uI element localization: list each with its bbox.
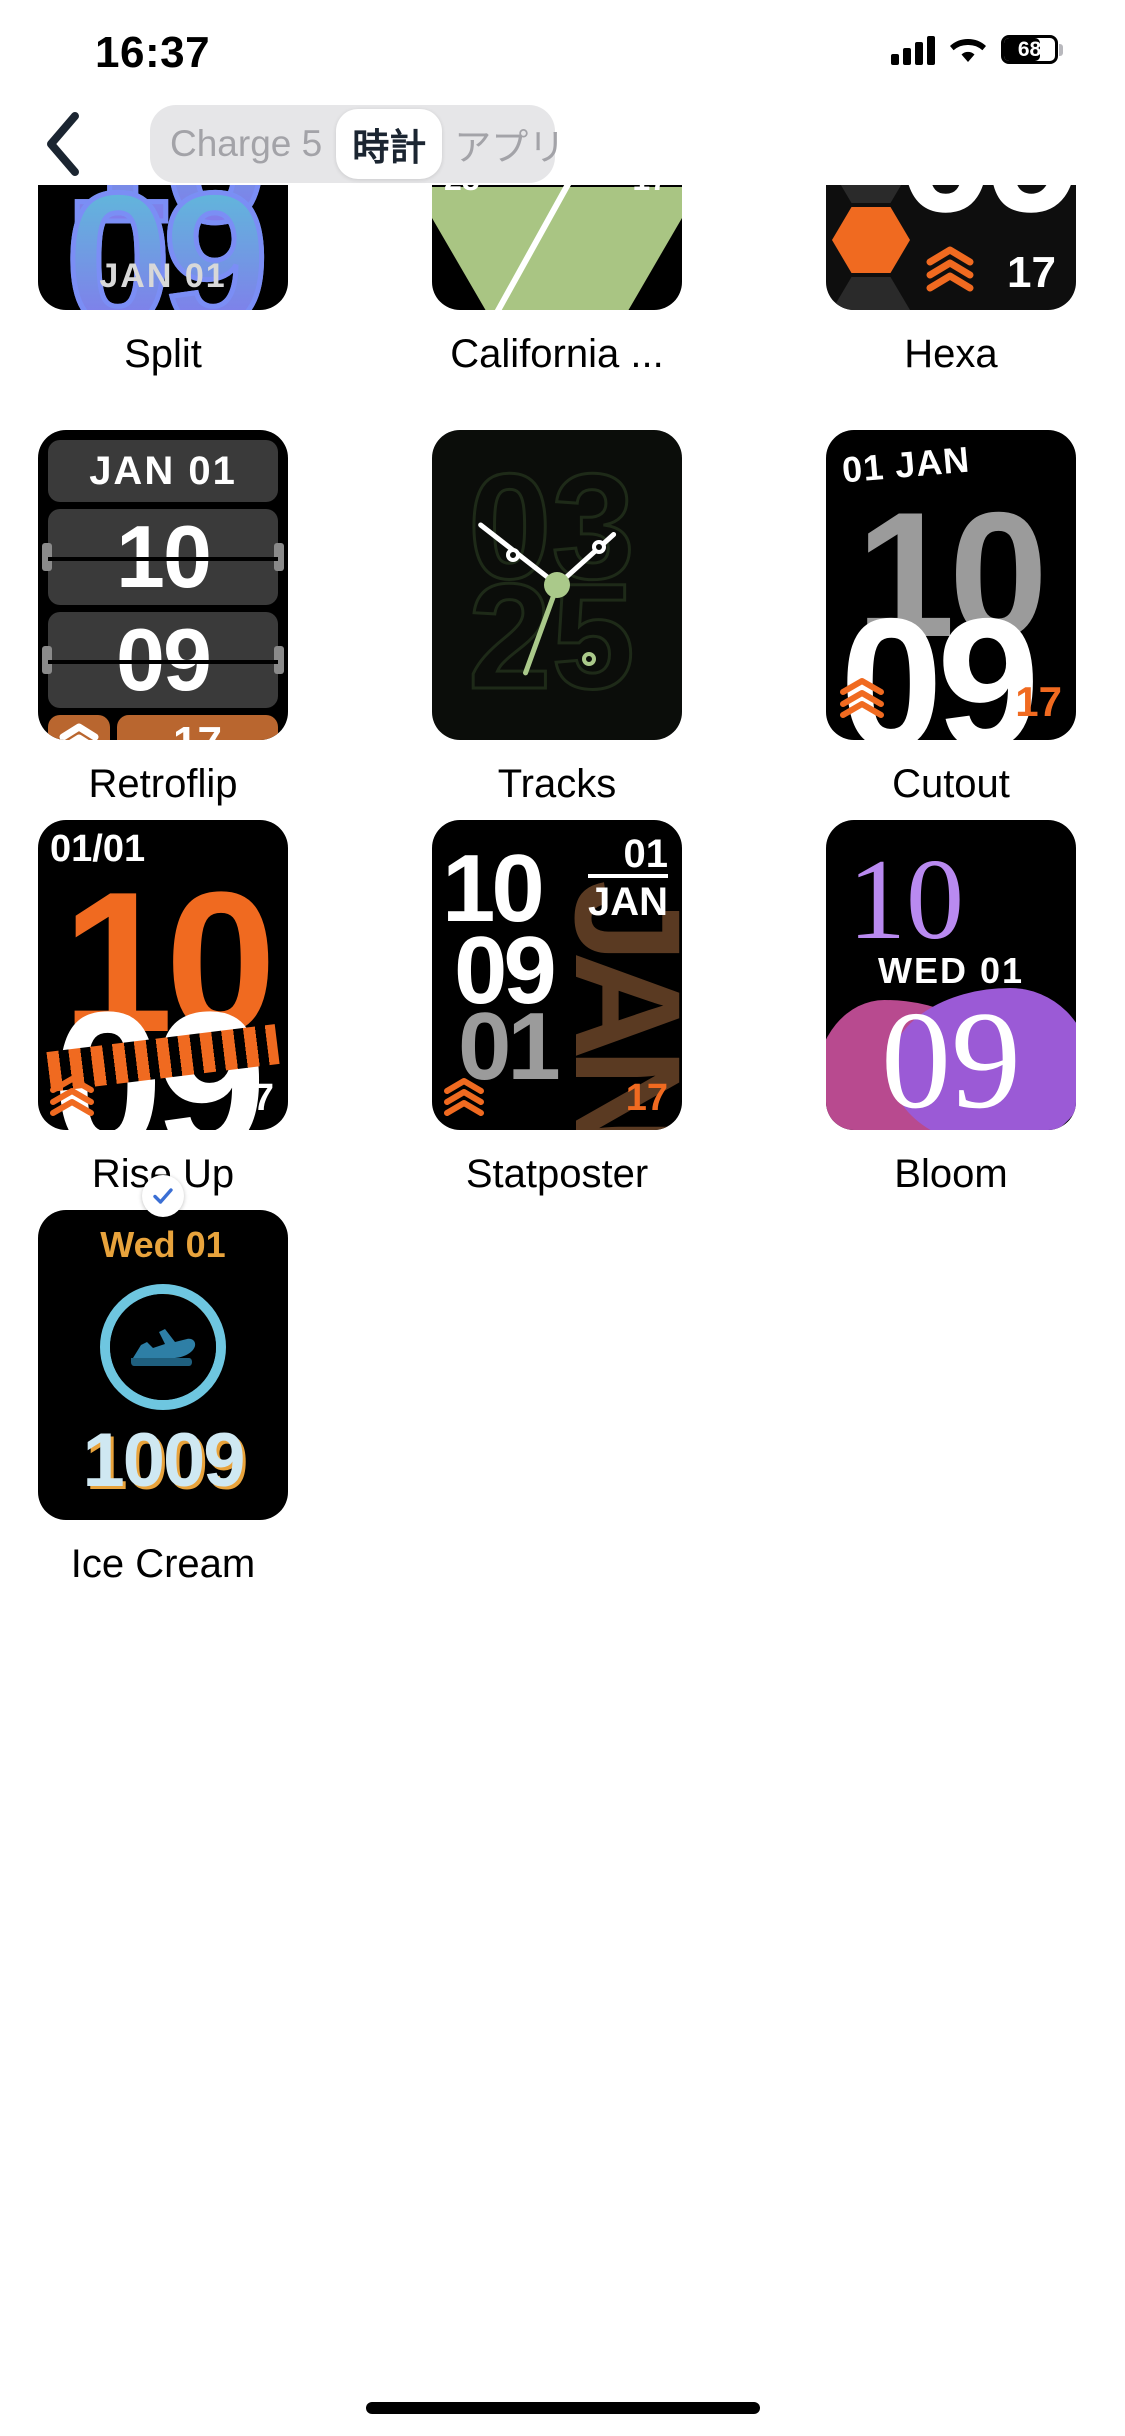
clockface-preview-ice-cream: Wed 01 1009 [38,1210,288,1520]
clockface-preview-rise-up: 01/01 10 09 17 [38,820,288,1130]
statposter-date-month: JAN [587,874,668,925]
shoe-icon [126,1314,200,1380]
clockface-label: Statposter [465,1152,649,1196]
battery-icon: 68 [1001,35,1063,65]
cutout-stat: 17 [1015,678,1062,725]
retroflip-hour: 10 [116,507,212,606]
clockface-label: Hexa [904,332,998,376]
hexa-stat: 17 [1007,248,1056,297]
clockface-label: Split [124,332,202,376]
clockface-tile-bloom[interactable]: 10 WED 01 09 Bloom [826,820,1076,1197]
cellular-bars-icon [891,35,935,65]
clockface-preview-statposter: JAN 10 09 01 01 JAN 17 [432,820,682,1130]
tracks-center-hub [544,572,570,598]
clockface-label: Ice Cream [70,1542,256,1586]
california-num-right: 17 [632,185,668,198]
clockface-tile-cutout[interactable]: 01 JAN 10 09 17 Cutout [826,430,1076,807]
battery-percent: 68 [1017,38,1042,61]
clockface-grid: 10 09 JAN 01 Split 28 17 California ... … [0,185,1125,2365]
retroflip-minute: 09 [116,610,212,709]
tab-charge-5[interactable]: Charge 5 [154,109,336,179]
wifi-icon [949,35,987,65]
clockface-preview-split: 10 09 JAN 01 [38,185,288,310]
clockface-label: Tracks [497,762,617,806]
clockface-label: Bloom [894,1152,1008,1196]
clockface-tile-ice-cream[interactable]: Wed 01 1009 Ice Cream [38,1210,288,1587]
tracks-ghost-bottom: 25 [467,551,637,722]
tracks-hand-dot [506,548,520,562]
clockface-tile-statposter[interactable]: JAN 10 09 01 01 JAN 17 Statposter [432,820,682,1197]
tab-apps[interactable]: アプリ [442,109,579,179]
steps-chevrons-icon [442,1077,486,1122]
clockface-preview-bloom: 10 WED 01 09 [826,820,1076,1130]
retroflip-hour-card: 10 [42,507,284,606]
retroflip-date: JAN 01 [48,440,278,502]
riseup-stat: 17 [231,1077,274,1119]
tab-clocks[interactable]: 時計 [336,109,443,179]
clockface-preview-tracks: 03 25 [432,430,682,740]
tracks-hand-dot [582,652,596,666]
steps-chevrons-icon [838,677,886,724]
retroflip-stat: 17 [117,715,278,740]
clockface-preview-hexa: 09 17 [826,185,1076,310]
bloom-minute: 09 [881,983,1021,1130]
clockface-label: Retroflip [88,762,238,806]
clockface-tile-split[interactable]: 10 09 JAN 01 Split [38,185,288,377]
clockface-tile-california[interactable]: 28 17 California ... [432,185,682,377]
bloom-hour: 10 [848,836,964,964]
clockface-tile-tracks[interactable]: 03 25 Tracks [432,430,682,807]
tracks-hand-dot [592,540,606,554]
statposter-date-day: 01 [623,832,669,876]
clockface-tile-hexa[interactable]: 09 17 Hexa [826,185,1076,377]
status-bar-indicators: 68 [891,28,1063,72]
clockface-preview-cutout: 01 JAN 10 09 17 [826,430,1076,740]
status-bar: 16:37 68 [0,0,1125,100]
home-indicator[interactable] [365,2402,760,2414]
back-button[interactable] [24,106,104,186]
segmented-control[interactable]: Charge 5 時計 アプリ [150,105,565,183]
clockface-preview-retroflip: JAN 01 10 09 17 [38,430,288,740]
chevron-left-icon [43,111,85,182]
clockface-preview-california: 28 17 [432,185,682,310]
clockface-tile-retroflip[interactable]: JAN 01 10 09 17 Retroflip [38,430,288,807]
navigation-bar: Charge 5 時計 アプリ [0,100,1125,190]
clockface-tile-rise-up[interactable]: 01/01 10 09 17 Rise Up [38,820,288,1217]
check-circle-icon [142,1175,184,1217]
icecream-date: Wed 01 [100,1224,226,1265]
statposter-stat: 17 [625,1077,668,1119]
steps-chevrons-icon [924,246,976,292]
california-num-left: 28 [444,185,480,198]
clockface-label: Cutout [892,762,1010,806]
split-date: JAN 01 [99,257,227,295]
icecream-value: 1009 [82,1418,245,1503]
retroflip-minute-card: 09 [42,610,284,709]
steps-chevrons-icon [48,715,110,740]
retroflip-footer: 17 [48,715,278,740]
steps-chevrons-icon [48,1075,96,1122]
clockface-label: California ... [450,332,664,376]
status-bar-time: 16:37 [95,28,211,77]
